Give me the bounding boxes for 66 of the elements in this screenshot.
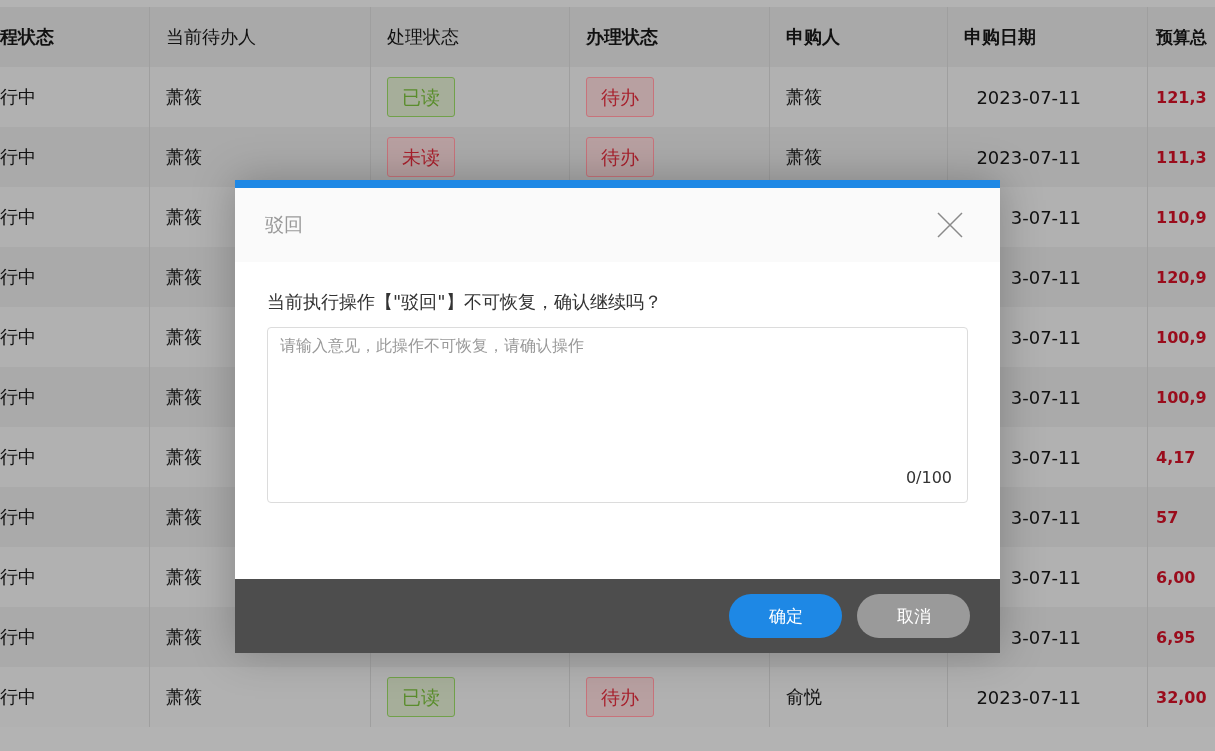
status-badge: 待办 [586,77,654,117]
table-cell-text: 3-07-11 [1009,206,1081,228]
table-cell: 萧筱 [166,685,202,709]
table-cell: 行中 [0,325,36,349]
table-cell: 萧筱 [166,145,202,169]
table-cell: 120,9 [1156,267,1207,287]
column-header: 申购人 [786,25,840,49]
table-cell: 行中 [0,625,36,649]
table-cell-text: 2023-07-11 [975,86,1081,108]
table-cell: 萧筱 [166,445,202,469]
column-header: 办理状态 [586,25,658,49]
table-cell: 121,3 [1156,87,1207,107]
column-header: 当前待办人 [166,25,256,49]
table-cell-text: 3-07-11 [1009,326,1081,348]
table-cell: 行中 [0,445,36,469]
table-cell: 6,95 [1156,627,1196,647]
table-cell: 萧筱 [166,505,202,529]
table-cell: 萧筱 [166,625,202,649]
character-counter: 0/100 [905,468,952,487]
table-cell: 俞悦 [786,685,822,709]
table-cell: 100,9 [1156,327,1207,347]
table-cell: 4,17 [1156,447,1196,467]
table-cell: 萧筱 [166,205,202,229]
table-cell-text: 3-07-11 [1009,446,1081,468]
table-cell-text: 3-07-11 [1009,386,1081,408]
table-cell-text: 2023-07-11 [975,146,1081,168]
column-header: 处理状态 [387,25,459,49]
table-cell: 萧筱 [166,325,202,349]
table-cell: 行中 [0,685,36,709]
table-cell: 100,9 [1156,387,1207,407]
table-cell: 32,00 [1156,687,1207,707]
table-cell-text: 3-07-11 [1009,506,1081,528]
table-cell: 行中 [0,265,36,289]
column-header: 预算总 [1156,25,1207,49]
confirm-button[interactable]: 确定 [729,594,842,638]
cancel-button[interactable]: 取消 [857,594,970,638]
table-cell-text: 3-07-11 [1009,266,1081,288]
table-cell: 萧筱 [166,565,202,589]
table-cell: 萧筱 [786,85,822,109]
status-badge: 待办 [586,677,654,717]
table-cell: 萧筱 [166,265,202,289]
column-header: 申购日期 [964,25,1036,49]
dialog-title: 驳回 [265,212,303,237]
column-header: 程状态 [0,25,54,49]
status-badge: 已读 [387,77,455,117]
table-cell: 行中 [0,565,36,589]
table-cell: 萧筱 [166,385,202,409]
table-cell: 行中 [0,85,36,109]
confirm-message: 当前执行操作【"驳回"】不可恢复，确认继续吗？ [267,290,663,314]
status-badge: 未读 [387,137,455,177]
table-cell-text: 2023-07-11 [975,686,1081,708]
table-cell: 萧筱 [786,145,822,169]
table-cell: 行中 [0,505,36,529]
table-cell: 行中 [0,145,36,169]
table-cell: 行中 [0,385,36,409]
table-cell-text: 3-07-11 [1009,626,1081,648]
table-cell: 行中 [0,205,36,229]
table-cell: 萧筱 [166,85,202,109]
table-cell: 6,00 [1156,567,1196,587]
status-badge: 待办 [586,137,654,177]
close-icon[interactable] [937,212,963,238]
table-cell: 111,3 [1156,147,1207,167]
table-cell: 57 [1156,507,1179,527]
status-badge: 已读 [387,677,455,717]
table-cell: 110,9 [1156,207,1207,227]
table-cell-text: 3-07-11 [1009,566,1081,588]
